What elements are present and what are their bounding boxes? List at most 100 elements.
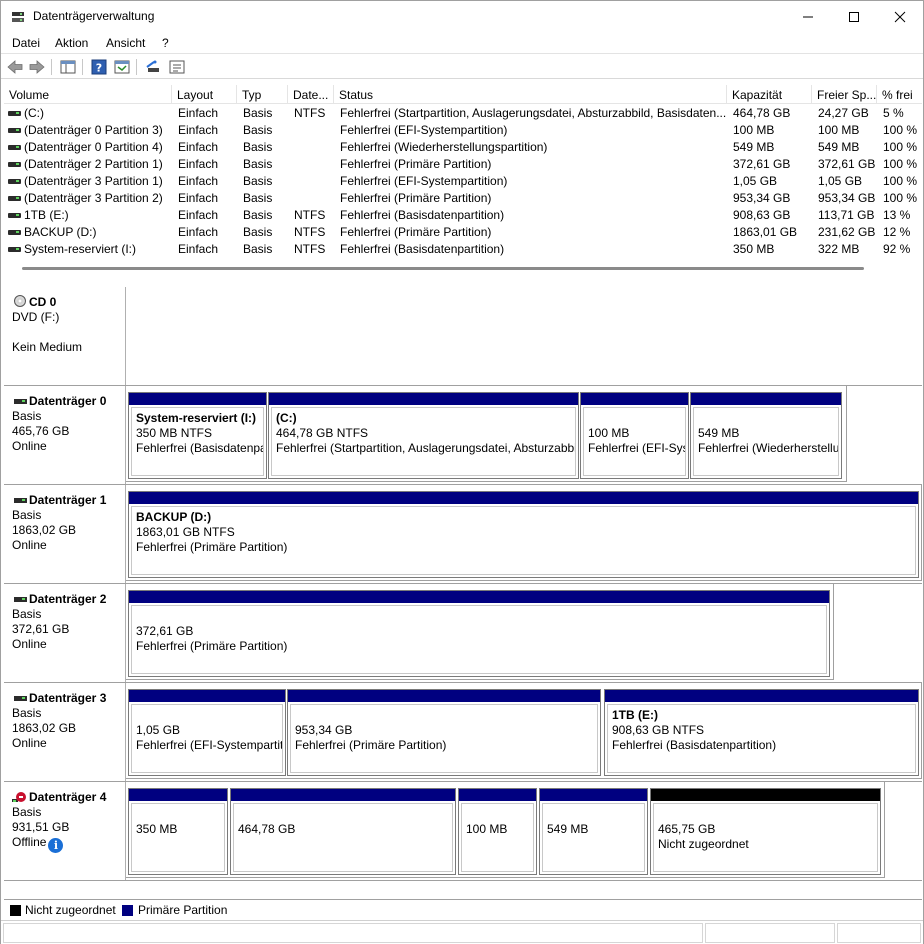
disk-name: CD 0	[12, 295, 125, 310]
partition-type-bar	[129, 393, 266, 405]
disk-label[interactable]: Datenträger 0 Basis 465,76 GB Online	[4, 386, 126, 485]
column-header-filesystem[interactable]: Date...	[288, 85, 334, 104]
cell-volume: BACKUP (D:)	[24, 225, 97, 239]
disk-line1-text: Basis	[12, 607, 42, 621]
cell-status: Fehlerfrei (Primäre Partition)	[340, 191, 492, 205]
cell-free-space: 322 MB	[818, 242, 860, 256]
partition-block[interactable]: 464,78 GB	[230, 788, 456, 875]
cell-type: Basis	[243, 123, 273, 137]
partition-size: 549 MB	[547, 822, 589, 836]
forward-button[interactable]	[28, 58, 46, 76]
table-row[interactable]: (C:) Einfach Basis NTFS Fehlerfrei (Startpar…	[4, 105, 922, 122]
cell-layout: Einfach	[178, 242, 219, 256]
disk-line3-text: Online	[12, 637, 47, 651]
disk-label[interactable]: Datenträger 2 Basis 372,61 GB Online	[4, 584, 126, 683]
column-header-status[interactable]: Status	[334, 85, 727, 104]
partition-block[interactable]: 100 MB	[458, 788, 537, 875]
horizontal-scrollbar[interactable]	[22, 267, 864, 270]
partition-block[interactable]: 372,61 GB Fehlerfrei (Primäre Partition)	[128, 590, 830, 677]
disk-line2-text: 931,51 GB	[12, 820, 70, 834]
partition-type-bar	[605, 690, 918, 702]
cell-volume: (C:)	[24, 106, 44, 120]
disk-line1-text: Basis	[12, 508, 42, 522]
disk-label[interactable]: Datenträger 3 Basis 1863,02 GB Online	[4, 683, 126, 782]
partition-block[interactable]: BACKUP (D:) 1863,01 GB NTFS Fehlerfrei (Pr…	[128, 491, 919, 578]
legend-label-primary: Primäre Partition	[138, 903, 228, 917]
cell-type: Basis	[243, 140, 273, 154]
disk-label[interactable]: CD 0 DVD (F:) Kein Medium	[4, 287, 126, 386]
partition-status: Fehlerfrei (Basisdatenpa	[136, 441, 263, 455]
partition-block[interactable]: 465,75 GB Nicht zugeordnet	[650, 788, 881, 875]
partition-block[interactable]: 100 MB Fehlerfrei (EFI-Sys	[580, 392, 689, 479]
partition-title: (C:)	[276, 411, 297, 425]
column-header-type[interactable]: Typ	[237, 85, 288, 104]
partition-block[interactable]: 1,05 GB Fehlerfrei (EFI-Systempartiti	[128, 689, 286, 776]
column-header-free-space[interactable]: Freier Sp...	[812, 85, 877, 104]
menu-ansicht[interactable]: Ansicht	[106, 36, 145, 50]
close-button[interactable]	[877, 1, 923, 32]
partition-title	[547, 807, 644, 822]
disk-label[interactable]: Datenträger 4 Basis 931,51 GB Offline i	[4, 782, 126, 881]
table-row[interactable]: (Datenträger 0 Partition 4) Einfach Basis F…	[4, 139, 922, 156]
help-button[interactable]: ?	[90, 58, 108, 76]
cell-percent-free: 100 %	[883, 174, 918, 188]
disk-row-separator	[4, 880, 922, 881]
partition-block[interactable]: 953,34 GB Fehlerfrei (Primäre Partition)	[287, 689, 601, 776]
partition-block[interactable]: 1TB (E:) 908,63 GB NTFS Fehlerfrei (Basisd…	[604, 689, 919, 776]
table-row[interactable]: System-reserviert (I:) Einfach Basis NTFS Fe…	[4, 241, 922, 258]
disk-name-text: Datenträger 4	[29, 790, 107, 804]
table-row[interactable]: (Datenträger 2 Partition 1) Einfach Basis F…	[4, 156, 922, 173]
column-header-percent-free[interactable]: % frei	[877, 85, 922, 104]
cell-capacity: 1,05 GB	[733, 174, 778, 188]
partition-status: Fehlerfrei (Basisdatenpartition)	[612, 738, 777, 752]
table-row[interactable]: 1TB (E:) Einfach Basis NTFS Fehlerfrei (Basi…	[4, 207, 922, 224]
info-icon[interactable]: i	[48, 838, 64, 853]
properties-button[interactable]	[168, 58, 186, 76]
menu-datei[interactable]: Datei	[12, 36, 40, 50]
console-tree-button[interactable]	[59, 58, 77, 76]
table-row[interactable]: (Datenträger 0 Partition 3) Einfach Basis F…	[4, 122, 922, 139]
column-header-layout[interactable]: Layout	[172, 85, 237, 104]
cell-layout: Einfach	[178, 140, 219, 154]
status-pane-secondary	[705, 923, 835, 943]
volume-icon	[8, 162, 21, 167]
cell-free-space: 1,05 GB	[818, 174, 863, 188]
column-header-volume[interactable]: Volume	[4, 85, 172, 104]
volume-icon	[8, 213, 21, 218]
menu-aktion[interactable]: Aktion	[55, 36, 88, 50]
cell-capacity: 350 MB	[733, 242, 775, 256]
menu-help[interactable]: ?	[162, 36, 169, 50]
cell-percent-free: 100 %	[883, 123, 918, 137]
toolbar: ?	[1, 55, 923, 79]
maximize-button[interactable]	[831, 1, 877, 32]
minimize-button[interactable]	[785, 1, 831, 32]
disk-line3-text: Online	[12, 736, 47, 750]
back-button[interactable]	[6, 58, 24, 76]
cell-filesystem: NTFS	[294, 106, 326, 120]
partition-title	[136, 708, 282, 723]
rescan-button[interactable]	[144, 58, 162, 76]
cell-capacity: 464,78 GB	[733, 106, 791, 120]
cell-status: Fehlerfrei (Startpartition, Auslagerungs…	[340, 106, 726, 120]
disk-line3-text: Offline	[12, 835, 47, 849]
partition-block[interactable]: 350 MB	[128, 788, 228, 875]
partition-block[interactable]: 549 MB	[539, 788, 648, 875]
table-row[interactable]: (Datenträger 3 Partition 2) Einfach Basis F…	[4, 190, 922, 207]
table-row[interactable]: BACKUP (D:) Einfach Basis NTFS Fehlerfrei (P…	[4, 224, 922, 241]
partition-type-bar	[129, 690, 285, 702]
table-row[interactable]: (Datenträger 3 Partition 1) Einfach Basis F…	[4, 173, 922, 190]
cell-status: Fehlerfrei (Primäre Partition)	[340, 157, 492, 171]
disk-line1-text: Basis	[12, 706, 42, 720]
column-header-capacity[interactable]: Kapazität	[727, 85, 812, 104]
partition-details: 372,61 GB Fehlerfrei (Primäre Partition)	[131, 605, 827, 674]
cell-volume: (Datenträger 3 Partition 2)	[24, 191, 163, 205]
action-pane-button[interactable]	[113, 58, 131, 76]
partition-block[interactable]: 549 MB Fehlerfrei (Wiederherstellu	[690, 392, 842, 479]
partition-block[interactable]: System-reserviert (I:) 350 MB NTFS Fehlerf…	[128, 392, 267, 479]
cell-status: Fehlerfrei (Basisdatenpartition)	[340, 242, 505, 256]
volume-list-header: Volume Layout Typ Date... Status Kapazit…	[4, 85, 922, 104]
disk-label[interactable]: Datenträger 1 Basis 1863,02 GB Online	[4, 485, 126, 584]
disk-row: Datenträger 2 Basis 372,61 GB Online 372,61 …	[4, 584, 922, 683]
partition-details: BACKUP (D:) 1863,01 GB NTFS Fehlerfrei (Pr…	[131, 506, 916, 575]
partition-block[interactable]: (C:) 464,78 GB NTFS Fehlerfrei (Startparti…	[268, 392, 579, 479]
